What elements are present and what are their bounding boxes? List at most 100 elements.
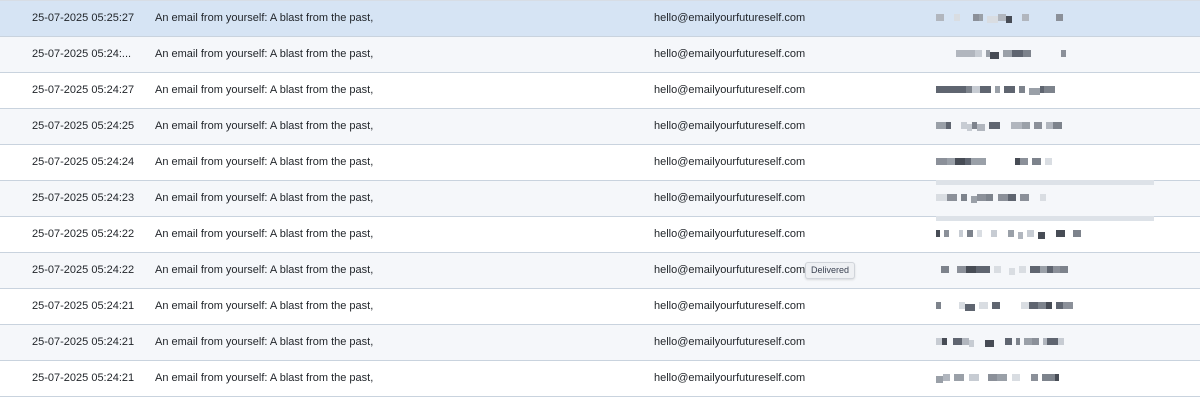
redaction-pixel [936, 14, 944, 21]
redaction-pixel [983, 302, 988, 309]
redaction-pixel [1003, 50, 1012, 57]
table-row[interactable]: 25-07-2025 05:24:22 An email from yourse… [0, 253, 1200, 289]
date-cell: 25-07-2025 05:24:22 [32, 264, 135, 276]
redaction-pixel [941, 266, 949, 273]
sender-cell: hello@emailyourfutureself.com [654, 84, 806, 96]
table-row[interactable]: 25-07-2025 05:25:27 An email from yourse… [0, 1, 1200, 37]
redaction-pixel [945, 86, 956, 93]
date-cell: 25-07-2025 05:24:21 [32, 336, 135, 348]
pixelated-redaction [936, 302, 1076, 311]
recipient-redacted [936, 325, 1156, 360]
table-row[interactable]: 25-07-2025 05:24:21 An email from yourse… [0, 361, 1200, 397]
redaction-pixel [1005, 338, 1012, 345]
recipient-redacted [936, 361, 1156, 396]
redaction-pixel [977, 194, 986, 201]
subject-cell: An email from yourself: A blast from the… [155, 336, 374, 348]
sender-cell: hello@emailyourfutureself.com [654, 264, 806, 276]
redaction-pixel [936, 302, 941, 309]
redaction-pixel [972, 86, 980, 93]
redaction-pixel [1034, 122, 1042, 129]
date-cell: 25-07-2025 05:24:21 [32, 372, 135, 384]
email-log-table: 25-07-2025 05:25:27 An email from yourse… [0, 0, 1200, 397]
redaction-pixel [1055, 374, 1059, 381]
redaction-pixel [936, 158, 947, 165]
redaction-pixel [1040, 266, 1047, 273]
redaction-pixel [965, 304, 975, 311]
table-row[interactable]: 25-07-2025 05:24:23 An email from yourse… [0, 181, 1200, 217]
redaction-pixel [977, 124, 985, 131]
table-row[interactable]: 25-07-2025 05:24:24 An email from yourse… [0, 145, 1200, 181]
redaction-pixel [1009, 268, 1015, 275]
redaction-pixel [961, 194, 967, 201]
subject-cell: An email from yourself: A blast from the… [155, 156, 374, 168]
recipient-redacted [936, 1, 1156, 36]
redaction-pixel [1023, 50, 1031, 57]
redaction-pixel [1056, 302, 1063, 309]
redaction-pixel [1012, 374, 1020, 381]
date-cell: 25-07-2025 05:24:22 [32, 228, 135, 240]
pixelated-redaction [936, 374, 1076, 383]
recipient-redacted [936, 181, 1156, 216]
date-cell: 25-07-2025 05:25:27 [32, 12, 135, 24]
redaction-pixel [995, 86, 1000, 93]
subject-cell: An email from yourself: A blast from the… [155, 12, 374, 24]
table-row[interactable]: 25-07-2025 05:24:25 An email from yourse… [0, 109, 1200, 145]
sender-cell: hello@emailyourfutureself.com [654, 300, 806, 312]
redaction-pixel [1024, 338, 1032, 345]
redaction-pixel [1056, 14, 1063, 21]
redaction-pixel [1044, 86, 1055, 93]
redaction-pixel [991, 230, 997, 237]
redaction-pixel [947, 158, 955, 165]
redaction-pixel [1073, 230, 1081, 237]
pixelated-redaction [936, 14, 1076, 23]
redaction-pixel [1019, 86, 1025, 93]
pixelated-redaction [936, 86, 1076, 95]
recipient-redacted [936, 289, 1156, 324]
redaction-pixel [1046, 122, 1053, 129]
table-row[interactable]: 25-07-2025 05:24:22 An email from yourse… [0, 217, 1200, 253]
table-row[interactable]: 25-07-2025 05:24:... An email from yours… [0, 37, 1200, 73]
redaction-pixel [1030, 266, 1040, 273]
table-row[interactable]: 25-07-2025 05:24:21 An email from yourse… [0, 289, 1200, 325]
redaction-pixel [1060, 266, 1068, 273]
redaction-pixel [1040, 194, 1046, 201]
redaction-pixel [954, 374, 964, 381]
redaction-pixel [1053, 266, 1060, 273]
redaction-pixel [1008, 230, 1014, 237]
redaction-pixel [986, 194, 993, 201]
date-cell: 25-07-2025 05:24:27 [32, 84, 135, 96]
redaction-pixel [1029, 302, 1038, 309]
table-row[interactable]: 25-07-2025 05:24:27 An email from yourse… [0, 73, 1200, 109]
sender-cell: hello@emailyourfutureself.com [654, 120, 806, 132]
redaction-pixel [984, 266, 990, 273]
redaction-pixel [990, 52, 999, 59]
redaction-pixel [1009, 86, 1015, 93]
redaction-pixel [953, 338, 962, 345]
subject-cell: An email from yourself: A blast from the… [155, 300, 374, 312]
redaction-pixel [980, 86, 991, 93]
date-cell: 25-07-2025 05:24:21 [32, 300, 135, 312]
redaction-pixel [956, 86, 966, 93]
date-cell: 25-07-2025 05:24:23 [32, 192, 135, 204]
recipient-redacted [936, 253, 1156, 288]
recipient-redacted [936, 73, 1156, 108]
redaction-pixel [969, 340, 974, 347]
sender-cell: hello@emailyourfutureself.com [654, 372, 806, 384]
redaction-pixel [1012, 50, 1023, 57]
redaction-pixel [1016, 338, 1020, 345]
redaction-pixel [987, 16, 998, 23]
redaction-pixel [936, 122, 946, 129]
redaction-pixel [1053, 122, 1062, 129]
redaction-pixel [1029, 88, 1040, 95]
redaction-pixel [936, 230, 940, 237]
redaction-pixel [985, 340, 994, 347]
redaction-pixel [969, 374, 979, 381]
redaction-pixel [1008, 194, 1016, 201]
redaction-pixel [1018, 232, 1023, 239]
redaction-pixel [1046, 302, 1052, 309]
table-row[interactable]: 25-07-2025 05:24:21 An email from yourse… [0, 325, 1200, 361]
redaction-pixel [994, 266, 1001, 273]
redaction-pixel [1022, 122, 1030, 129]
pixelated-redaction [936, 158, 1076, 167]
redaction-pixel [956, 50, 965, 57]
